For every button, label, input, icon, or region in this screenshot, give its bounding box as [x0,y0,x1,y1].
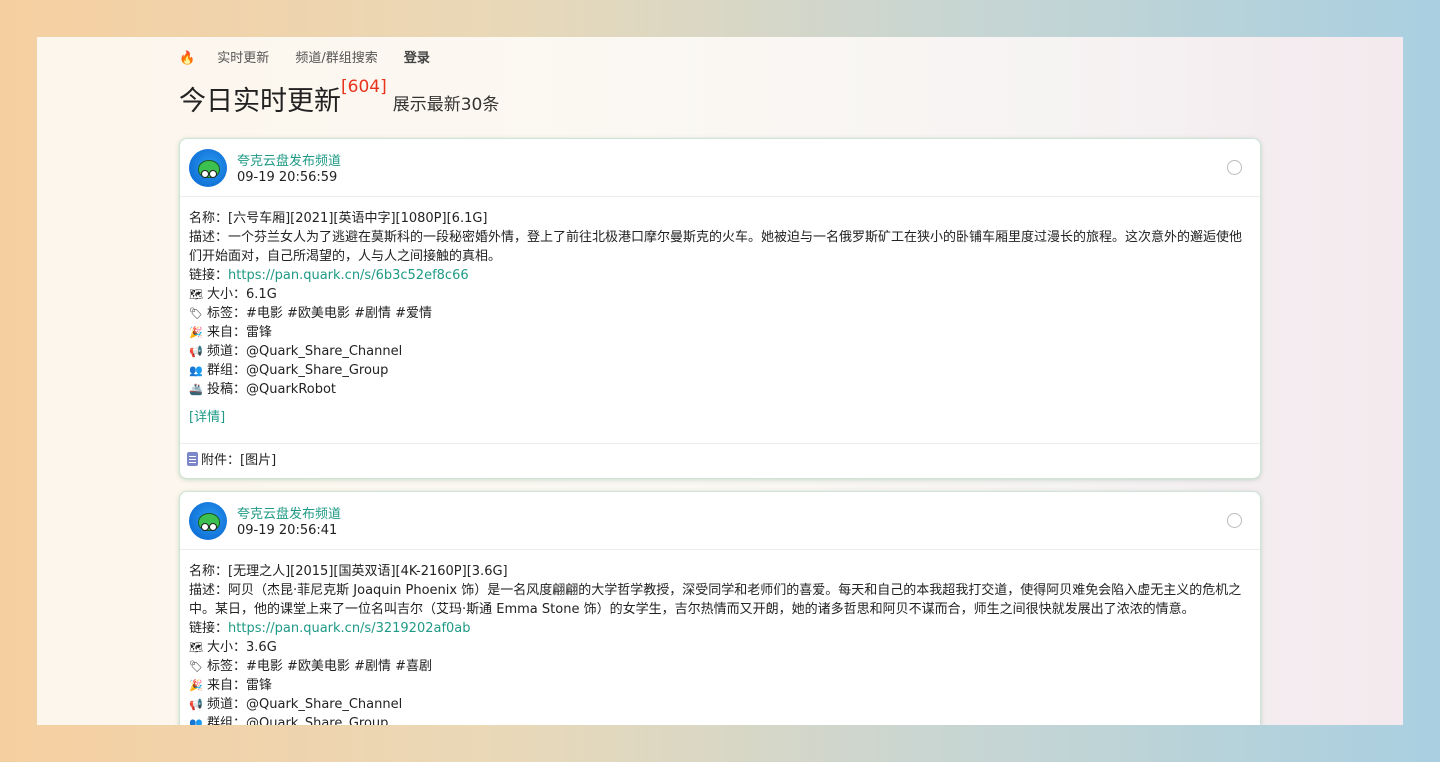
channel-handle: @Quark_Share_Channel [246,344,403,359]
desc-label: 描述： [189,583,229,598]
attach-label: 附件： [201,453,241,468]
post-group-row: 👥 群组：@Quark_Share_Group [189,361,1250,380]
post-title: [六号车厢][2021][英语中字][1080P][6.1G] [228,211,488,226]
post-from: 雷锋 [246,678,273,693]
people-icon: 👥 [189,364,203,377]
post-channel-row: 📢 频道：@Quark_Share_Channel [189,695,1250,714]
from-label: 来自： [207,325,247,340]
channel-avatar[interactable] [189,149,227,187]
ticket-icon: 🏷 [189,307,203,320]
ticket-icon: 🏷 [189,660,203,673]
megaphone-icon: 📢 [189,345,203,358]
attach-value[interactable]: [图片] [240,453,276,468]
nav-live-label: 实时更新 [217,51,270,66]
document-icon [187,452,198,466]
flame-icon: 🔥 [179,51,196,66]
post-size: 6.1G [246,287,277,302]
post-description: 阿贝（杰昆·菲尼克斯 Joaquin Phoenix 饰）是一名风度翩翩的大学哲… [189,583,1242,617]
group-label: 群组： [207,363,247,378]
desc-label: 描述： [189,230,229,245]
post-card: 夸克云盘发布频道 09-19 20:56:59 名称：[六号车厢][2021][… [179,138,1261,479]
channel-label: 频道： [207,697,247,712]
globe-icon[interactable] [1227,160,1242,175]
update-count: [604] [341,77,387,97]
top-nav: 🔥 实时更新 频道/群组搜索 登录 [179,47,452,66]
post-from-row: 🎉 来自：雷锋 [189,676,1250,695]
share-link[interactable]: https://pan.quark.cn/s/6b3c52ef8c66 [228,268,469,283]
channel-handle: @Quark_Share_Channel [246,697,403,712]
post-description-row: 描述：阿贝（杰昆·菲尼克斯 Joaquin Phoenix 饰）是一名风度翩翩的… [189,581,1250,619]
channel-name[interactable]: 夸克云盘发布频道 [237,150,341,169]
nav-live-updates[interactable]: 🔥 实时更新 [179,51,269,66]
post-size-row: 🗺 大小：6.1G [189,285,1250,304]
post-size: 3.6G [246,640,277,655]
map-icon: 🗺 [189,641,203,654]
post-body: 名称：[无理之人][2015][国英双语][4K-2160P][3.6G] 描述… [180,550,1260,725]
submit-label: 投稿： [207,382,247,397]
post-size-row: 🗺 大小：3.6G [189,638,1250,657]
post-description: 一个芬兰女人为了逃避在莫斯科的一段秘密婚外情，登上了前往北极港口摩尔曼斯克的火车… [189,230,1243,264]
post-card: 夸克云盘发布频道 09-19 20:56:41 名称：[无理之人][2015][… [179,491,1261,725]
link-label: 链接： [189,621,229,636]
post-attachment: 附件：[图片] [180,443,1260,478]
size-label: 大小： [207,287,247,302]
post-group-row: 👥 群组：@Quark_Share_Group [189,714,1250,725]
party-popper-icon: 🎉 [189,326,203,339]
detail-link[interactable]: [详情] [189,408,225,427]
post-tags-row: 🏷 标签：#电影 #欧美电影 #剧情 #爱情 [189,304,1250,323]
channel-label: 频道： [207,344,247,359]
nav-login[interactable]: 登录 [404,51,430,66]
title-text: 今日实时更新 [179,86,341,117]
tags-label: 标签： [207,306,247,321]
post-time: 09-19 20:56:41 [237,523,338,538]
post-header: 夸克云盘发布频道 09-19 20:56:41 [180,492,1260,550]
name-label: 名称： [189,211,229,226]
post-from: 雷锋 [246,325,273,340]
post-submit-row: 🚢 投稿：@QuarkRobot [189,380,1250,399]
post-description-row: 描述：一个芬兰女人为了逃避在莫斯科的一段秘密婚外情，登上了前往北极港口摩尔曼斯克… [189,228,1250,266]
people-icon: 👥 [189,717,203,725]
post-link-row: 链接：https://pan.quark.cn/s/6b3c52ef8c66 [189,266,1250,285]
group-handle: @Quark_Share_Group [246,363,389,378]
group-label: 群组： [207,716,247,725]
title-subtitle: 展示最新30条 [392,95,500,115]
tags-label: 标签： [207,659,247,674]
post-channel-row: 📢 频道：@Quark_Share_Channel [189,342,1250,361]
link-label: 链接： [189,268,229,283]
share-link[interactable]: https://pan.quark.cn/s/3219202af0ab [228,621,471,636]
page-title: 今日实时更新[604]展示最新30条 [179,77,500,118]
post-link-row: 链接：https://pan.quark.cn/s/3219202af0ab [189,619,1250,638]
channel-avatar[interactable] [189,502,227,540]
group-handle: @Quark_Share_Group [246,716,389,725]
page-frame: 🔥 实时更新 频道/群组搜索 登录 今日实时更新[604]展示最新30条 夸克云盘… [37,37,1403,725]
post-tags-row: 🏷 标签：#电影 #欧美电影 #剧情 #喜剧 [189,657,1250,676]
post-title-row: 名称：[无理之人][2015][国英双语][4K-2160P][3.6G] [189,562,1250,581]
submit-handle: @QuarkRobot [246,382,337,397]
post-time: 09-19 20:56:59 [237,170,338,185]
party-popper-icon: 🎉 [189,679,203,692]
post-tags: #电影 #欧美电影 #剧情 #爱情 [246,306,432,321]
post-title-row: 名称：[六号车厢][2021][英语中字][1080P][6.1G] [189,209,1250,228]
megaphone-icon: 📢 [189,698,203,711]
size-label: 大小： [207,640,247,655]
nav-channel-search[interactable]: 频道/群组搜索 [295,51,377,66]
map-icon: 🗺 [189,288,203,301]
post-tags: #电影 #欧美电影 #剧情 #喜剧 [246,659,432,674]
post-body: 名称：[六号车厢][2021][英语中字][1080P][6.1G] 描述：一个… [180,197,1260,427]
from-label: 来自： [207,678,247,693]
post-title: [无理之人][2015][国英双语][4K-2160P][3.6G] [228,564,508,579]
globe-icon[interactable] [1227,513,1242,528]
post-from-row: 🎉 来自：雷锋 [189,323,1250,342]
post-header: 夸克云盘发布频道 09-19 20:56:59 [180,139,1260,197]
channel-name[interactable]: 夸克云盘发布频道 [237,503,341,522]
name-label: 名称： [189,564,229,579]
ship-icon: 🚢 [189,383,203,396]
